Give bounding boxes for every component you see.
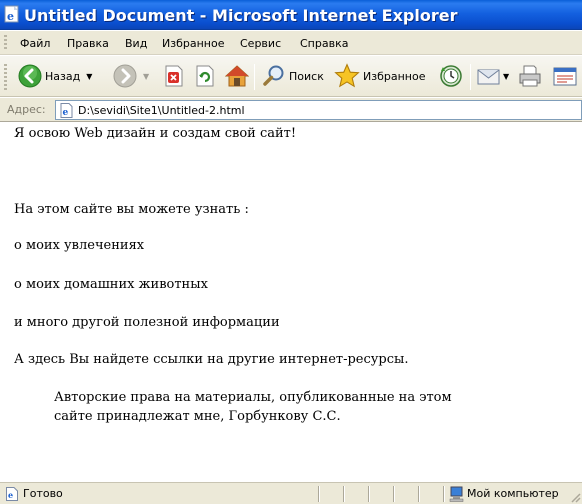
search-button[interactable]: Поиск (262, 61, 324, 91)
page-content: Я освою Web дизайн и создам свой сайт! Н… (0, 122, 582, 480)
forward-arrow-icon (113, 64, 137, 88)
svg-text:e: e (8, 490, 13, 500)
svg-text:e: e (63, 108, 69, 118)
svg-text:e: e (7, 10, 14, 23)
forward-button[interactable]: ▼ (113, 61, 149, 91)
favorites-button[interactable]: Избранное (334, 61, 425, 91)
search-label: Поиск (289, 69, 324, 83)
menu-favorites[interactable]: Избранное (162, 37, 224, 50)
status-separator (393, 486, 395, 502)
mail-button[interactable]: ▼ (476, 61, 509, 91)
refresh-button[interactable] (194, 61, 216, 91)
ie-logo-icon: e (4, 5, 19, 23)
mail-icon (477, 69, 500, 85)
status-separator (318, 486, 320, 502)
status-separator (343, 486, 345, 502)
history-button[interactable] (439, 61, 463, 91)
menu-help[interactable]: Справка (300, 37, 348, 50)
menu-view[interactable]: Вид (125, 37, 147, 50)
status-text: Готово (23, 487, 63, 500)
back-button[interactable]: Назад ▼ (18, 61, 92, 91)
back-label: Назад (45, 69, 81, 83)
forward-dropdown-icon[interactable]: ▼ (143, 72, 149, 81)
back-arrow-icon (18, 64, 42, 88)
address-label: Адрес: (7, 103, 46, 116)
edit-icon (553, 67, 577, 86)
favorites-star-icon (334, 63, 360, 88)
status-separator (368, 486, 370, 502)
stop-icon (165, 65, 183, 87)
page-intro: На этом сайте вы можете узнать : (14, 202, 249, 217)
menu-grip[interactable] (4, 35, 7, 51)
status-bar: e Готово Мой компьютер (0, 482, 582, 504)
page-done-icon: e (6, 487, 18, 501)
toolbar-separator (254, 64, 255, 90)
toolbar-grip[interactable] (4, 64, 7, 90)
menu-tools[interactable]: Сервис (240, 37, 281, 50)
toolbar-separator (470, 64, 471, 90)
standard-toolbar: Назад ▼ ▼ Поиск Избранное ▼ (0, 56, 582, 97)
menu-edit[interactable]: Правка (67, 37, 109, 50)
page-links-note: А здесь Вы найдете ссылки на другие инте… (14, 352, 409, 367)
menu-file[interactable]: Файл (20, 37, 50, 50)
back-dropdown-icon[interactable]: ▼ (86, 72, 92, 81)
history-icon (440, 65, 462, 87)
menu-bar: Файл Правка Вид Избранное Сервис Справка (0, 31, 582, 55)
my-computer-icon (449, 486, 464, 502)
print-icon (519, 65, 541, 87)
copyright-line-1: Авторские права на материалы, опубликова… (54, 390, 452, 405)
edit-button[interactable] (553, 61, 577, 91)
refresh-icon (196, 65, 214, 87)
window-title: Untitled Document - Microsoft Internet E… (24, 6, 458, 25)
favorites-label: Избранное (363, 69, 426, 83)
stop-button[interactable] (163, 61, 185, 91)
address-value: D:\sevidi\Site1\Untitled-2.html (78, 104, 245, 117)
home-button[interactable] (225, 61, 249, 91)
status-separator (443, 486, 445, 502)
print-button[interactable] (518, 61, 542, 91)
copyright-line-2: сайте принадлежат мне, Горбункову С.С. (54, 409, 341, 424)
page-heading: Я освою Web дизайн и создам свой сайт! (14, 126, 297, 141)
search-icon (263, 65, 284, 86)
title-bar[interactable]: e Untitled Document - Microsoft Internet… (0, 0, 582, 30)
page-item-other: и много другой полезной информации (14, 315, 280, 330)
address-input[interactable]: e D:\sevidi\Site1\Untitled-2.html (55, 100, 582, 120)
mail-dropdown-icon[interactable]: ▼ (503, 72, 509, 81)
zone-text: Мой компьютер (467, 487, 559, 500)
resize-grip-icon[interactable] (569, 491, 581, 503)
status-separator (418, 486, 420, 502)
address-bar: Адрес: e D:\sevidi\Site1\Untitled-2.html (0, 98, 582, 122)
page-icon: e (60, 103, 73, 118)
page-item-hobbies: о моих увлечениях (14, 238, 145, 253)
home-icon (225, 65, 249, 87)
page-item-pets: о моих домашних животных (14, 277, 208, 292)
